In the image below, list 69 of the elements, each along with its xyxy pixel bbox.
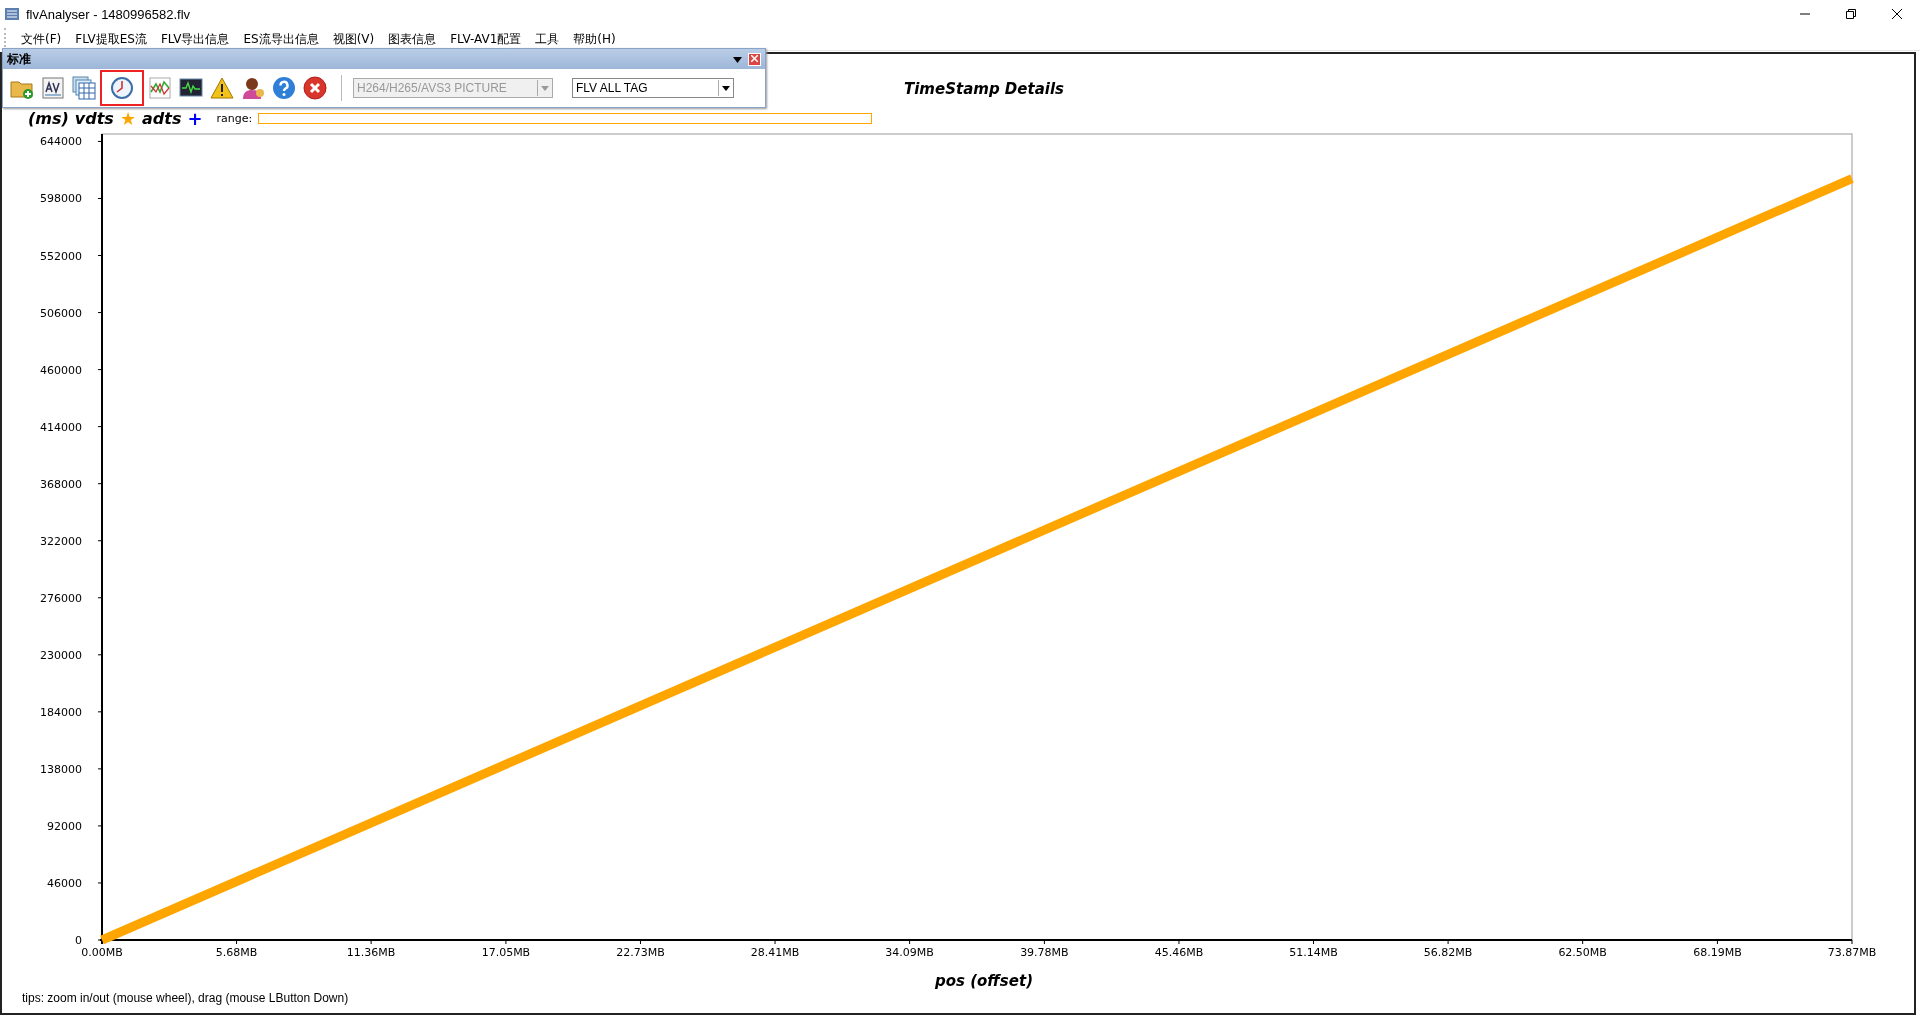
restore-icon bbox=[1846, 9, 1856, 19]
x-tick-label: 22.73MB bbox=[616, 946, 665, 959]
menu-item[interactable]: 图表信息 bbox=[381, 28, 444, 50]
close-icon bbox=[1892, 9, 1902, 19]
line-chart-icon bbox=[148, 76, 172, 100]
legend-label: adts bbox=[142, 109, 182, 128]
menu-item[interactable]: FLV-AV1配置 bbox=[443, 28, 529, 50]
y-tick-label: 322000 bbox=[40, 534, 82, 548]
y-tick-label: 506000 bbox=[40, 306, 82, 320]
menu-item[interactable]: FLV提取ES流 bbox=[68, 28, 154, 50]
caret-icon bbox=[722, 85, 730, 91]
monitor-icon bbox=[179, 76, 203, 100]
chart-title: TimeStamp Details bbox=[904, 80, 1064, 98]
y-tick-label: 92000 bbox=[47, 819, 82, 833]
tips-text: tips: zoom in/out (mouse wheel), drag (mouse LButton Down) bbox=[21, 991, 350, 1005]
range-field[interactable] bbox=[258, 113, 873, 124]
table-icon bbox=[72, 76, 96, 100]
x-tick-label: 51.14MB bbox=[1289, 946, 1338, 959]
y-tick-label: 644000 bbox=[40, 135, 82, 149]
y-tick-label: 598000 bbox=[40, 192, 82, 206]
legend-label: vdts bbox=[74, 109, 114, 128]
close-icon bbox=[751, 54, 758, 62]
caret-icon bbox=[541, 85, 549, 91]
range-label: range: bbox=[216, 112, 253, 125]
menu-item[interactable]: 工具 bbox=[528, 28, 567, 50]
help-icon bbox=[272, 76, 296, 100]
y-tick-label: 368000 bbox=[40, 477, 82, 491]
toolbar-button[interactable] bbox=[300, 73, 330, 103]
y-tick-label: 46000 bbox=[47, 876, 82, 890]
legend-marker: ★ bbox=[119, 108, 137, 129]
menu-item[interactable]: FLV导出信息 bbox=[153, 28, 237, 50]
dropdown[interactable]: FLV ALL TAG bbox=[572, 78, 734, 98]
toolbar-title: 标准 bbox=[7, 50, 32, 68]
x-tick-label: 5.68MB bbox=[215, 946, 258, 959]
app-icon bbox=[4, 6, 20, 22]
warning-icon bbox=[210, 76, 234, 100]
unit-label: (ms) bbox=[28, 109, 69, 128]
x-axis-title: pos (offset) bbox=[935, 972, 1033, 989]
close-button[interactable] bbox=[748, 52, 761, 66]
x-tick-label: 56.82MB bbox=[1423, 946, 1473, 959]
clock-icon bbox=[110, 76, 134, 100]
y-tick-label: 0 bbox=[75, 934, 82, 947]
x-tick-label: 34.09MB bbox=[885, 946, 934, 959]
x-tick-label: 68.19MB bbox=[1693, 946, 1742, 959]
y-tick-label: 552000 bbox=[40, 249, 82, 263]
y-tick-label: 230000 bbox=[40, 648, 82, 662]
av-icon bbox=[41, 76, 65, 100]
y-tick-label: 184000 bbox=[40, 705, 82, 719]
window-title: flvAnalyser - 1480996582.flv bbox=[26, 6, 192, 22]
caret-icon bbox=[733, 56, 742, 63]
x-tick-label: 17.05MB bbox=[481, 946, 531, 959]
x-tick-label: 45.46MB bbox=[1154, 946, 1204, 959]
y-tick-label: 276000 bbox=[40, 591, 82, 605]
y-tick-label: 138000 bbox=[40, 762, 82, 776]
menu-item[interactable]: 帮助(H) bbox=[566, 28, 623, 50]
x-tick-label: 39.78MB bbox=[1020, 946, 1069, 959]
y-tick-label: 414000 bbox=[40, 420, 82, 434]
close-icon bbox=[303, 76, 327, 100]
menu-item[interactable]: 文件(F) bbox=[14, 28, 69, 50]
x-tick-label: 28.41MB bbox=[750, 946, 800, 959]
x-tick-label: 11.36MB bbox=[346, 946, 396, 959]
x-tick-label: 73.87MB bbox=[1827, 946, 1877, 959]
legend-marker: + bbox=[187, 108, 203, 129]
menu-item[interactable]: 视图(V) bbox=[325, 28, 382, 50]
y-tick-label: 460000 bbox=[40, 363, 82, 377]
x-tick-label: 62.50MB bbox=[1558, 946, 1607, 959]
x-tick-label: 0.00MB bbox=[81, 946, 123, 959]
menu-item[interactable]: ES流导出信息 bbox=[236, 28, 326, 50]
person-icon bbox=[241, 76, 265, 100]
